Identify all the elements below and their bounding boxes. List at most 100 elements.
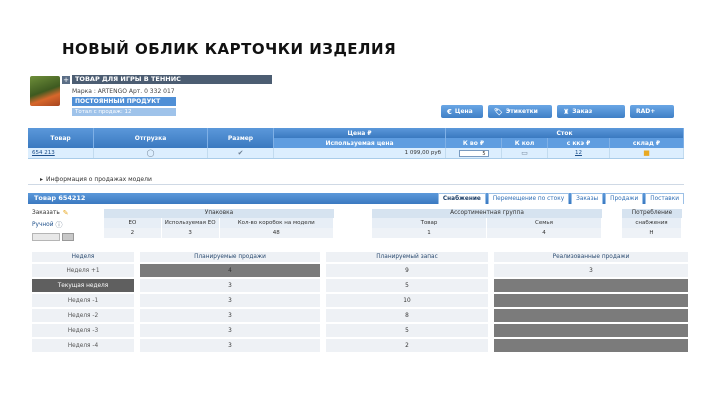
table-row: Неделя -4 3 2	[32, 339, 688, 352]
col-used-price[interactable]: Используемая цена	[274, 138, 446, 148]
price-button[interactable]: € Цена	[441, 105, 483, 118]
col-qty[interactable]: К во ₽	[446, 138, 502, 148]
assort-val-family: 4	[487, 228, 602, 238]
tab-sales[interactable]: Продажи	[605, 193, 644, 204]
weeks-table: Неделя Планируемые продажи Планируемый з…	[32, 252, 688, 354]
weeks-col-plan-stock[interactable]: Планируемый запас	[326, 252, 488, 262]
packing-val-eo: 2	[104, 228, 162, 238]
consumption-header: Потребление	[622, 209, 682, 218]
check-icon: ✔	[237, 149, 244, 157]
box-icon[interactable]: ■	[643, 149, 650, 157]
table-row: Неделя -1 3 10	[32, 294, 688, 307]
stock-link[interactable]: 12	[575, 150, 582, 156]
action-buttons: € Цена 🏷 Этикетки ♜ Заказ RAD+	[441, 105, 674, 118]
packing-col-eo: ЕО	[104, 218, 162, 228]
weeks-col-week: Неделя	[32, 252, 134, 262]
expand-icon[interactable]: +	[62, 76, 70, 84]
col-count[interactable]: К кол	[502, 138, 548, 148]
packing-header: Упаковка	[104, 209, 334, 218]
sales-info-toggle[interactable]: ▸ Информация о продажах модели	[28, 174, 684, 185]
col-warehouse[interactable]: склад ₽	[610, 138, 684, 148]
real-sales-cell	[494, 309, 688, 322]
packing-val-used-eo: 3	[161, 228, 220, 238]
bell-icon: ♜	[563, 107, 570, 116]
order-button[interactable]: ♜ Заказ	[557, 105, 625, 118]
table-row: Неделя +1 4 9 3	[32, 264, 688, 277]
packing-col-used-eo: Используемая ЕО	[161, 218, 220, 228]
tab-orders[interactable]: Заказы	[571, 193, 604, 204]
plan-sales-cell: 3	[140, 294, 320, 307]
model-title: Товар 654212	[34, 194, 86, 202]
model-bar: Товар 654212 Снабжение Перемещение по ст…	[28, 193, 684, 204]
pencil-icon[interactable]: ✎	[63, 209, 69, 217]
order-label: Заказать	[32, 210, 60, 216]
plan-stock-cell: 8	[326, 309, 488, 322]
table-row: Неделя -3 3 5	[32, 324, 688, 337]
week-label: Неделя -4	[32, 339, 134, 352]
product-image[interactable]	[30, 76, 60, 106]
tab-stock-move[interactable]: Перемещение по стоку	[487, 193, 570, 204]
plan-sales-cell: 3	[140, 324, 320, 337]
plan-stock-cell: 10	[326, 294, 488, 307]
manual-mode[interactable]: Ручной	[32, 222, 53, 228]
packing-col-boxes: Кол-во коробок на модели	[219, 218, 334, 228]
col-shipment[interactable]: Отгрузка	[94, 128, 208, 148]
week-label: Текущая неделя	[32, 279, 134, 292]
euro-icon: €	[447, 107, 452, 116]
tab-deliveries[interactable]: Поставки	[645, 193, 684, 204]
model-params: Заказать ✎ Ручной ⓘ Упаковка ЕО Использу…	[28, 209, 684, 251]
apply-button[interactable]	[62, 233, 74, 241]
assort-header: Ассортиментная группа	[372, 209, 602, 218]
real-sales-cell	[494, 279, 688, 292]
table-row: 654 213 ◯ ✔ 1 099,00 руб 5 ▭ 12 ■	[28, 148, 684, 159]
assort-val-item: 1	[372, 228, 487, 238]
help-icon[interactable]: ⓘ	[55, 220, 62, 230]
product-status: ПОСТОЯННЫЙ ПРОДУКТ	[72, 97, 176, 106]
manual-input[interactable]	[32, 233, 60, 241]
col-with-kke[interactable]: с ккэ ₽	[548, 138, 610, 148]
packing-val-boxes: 48	[219, 228, 334, 238]
plan-sales-cell: 3	[140, 279, 320, 292]
plan-sales-cell[interactable]: 4	[140, 264, 320, 277]
assort-col-family: Семья	[487, 218, 602, 228]
tag-icon: 🏷	[494, 107, 503, 116]
quantity-input[interactable]: 5	[458, 149, 489, 157]
assortment-table: Товар Отгрузка Размер Цена ₽ Используема…	[28, 128, 684, 159]
plan-sales-cell: 3	[140, 309, 320, 322]
plan-stock-cell: 9	[326, 264, 488, 277]
product-brand: Марка : ARTENGO Арт. 0 332 017	[72, 88, 175, 95]
product-name: ТОВАР ДЛЯ ИГРЫ В ТЕННИС	[72, 75, 272, 84]
weeks-col-plan-sales[interactable]: Планируемые продажи	[140, 252, 320, 262]
model-tabs: Снабжение Перемещение по стоку Заказы Пр…	[437, 193, 684, 204]
item-link[interactable]: 654 213	[28, 148, 94, 158]
labels-button[interactable]: 🏷 Этикетки	[488, 105, 552, 118]
plan-stock-cell: 2	[326, 339, 488, 352]
table-row: Неделя -2 3 8	[32, 309, 688, 322]
product-card-screenshot: + ТОВАР ДЛЯ ИГРЫ В ТЕННИС Марка : ARTENG…	[24, 70, 688, 358]
rad-button[interactable]: RAD+	[630, 105, 674, 118]
used-price-value: 1 099,00 руб	[274, 148, 446, 158]
real-sales-cell	[494, 324, 688, 337]
col-product[interactable]: Товар	[28, 128, 94, 148]
slide-title: НОВЫЙ ОБЛИК КАРТОЧКИ ИЗДЕЛИЯ	[62, 40, 397, 58]
real-sales-cell	[494, 294, 688, 307]
plan-sales-cell: 3	[140, 339, 320, 352]
real-sales-cell: 3	[494, 264, 688, 277]
week-label: Неделя +1	[32, 264, 134, 277]
comment-icon[interactable]: ◯	[147, 149, 155, 157]
comment-icon[interactable]: ▭	[521, 149, 528, 157]
weeks-col-real-sales[interactable]: Реализованные продажи	[494, 252, 688, 262]
week-label: Неделя -3	[32, 324, 134, 337]
table-row: Текущая неделя 3 5	[32, 279, 688, 292]
tab-supply[interactable]: Снабжение	[437, 193, 486, 204]
sales-info-label: Информация о продажах модели	[46, 175, 152, 183]
col-stock[interactable]: Сток	[446, 128, 684, 138]
col-price[interactable]: Цена ₽	[274, 128, 446, 138]
week-label: Неделя -1	[32, 294, 134, 307]
real-sales-cell	[494, 339, 688, 352]
week-label: Неделя -2	[32, 309, 134, 322]
assort-col-item: Товар	[372, 218, 487, 228]
col-size[interactable]: Размер	[208, 128, 274, 148]
consumption-col: снабжения	[622, 218, 682, 228]
product-header: + ТОВАР ДЛЯ ИГРЫ В ТЕННИС Марка : ARTENG…	[28, 72, 684, 120]
